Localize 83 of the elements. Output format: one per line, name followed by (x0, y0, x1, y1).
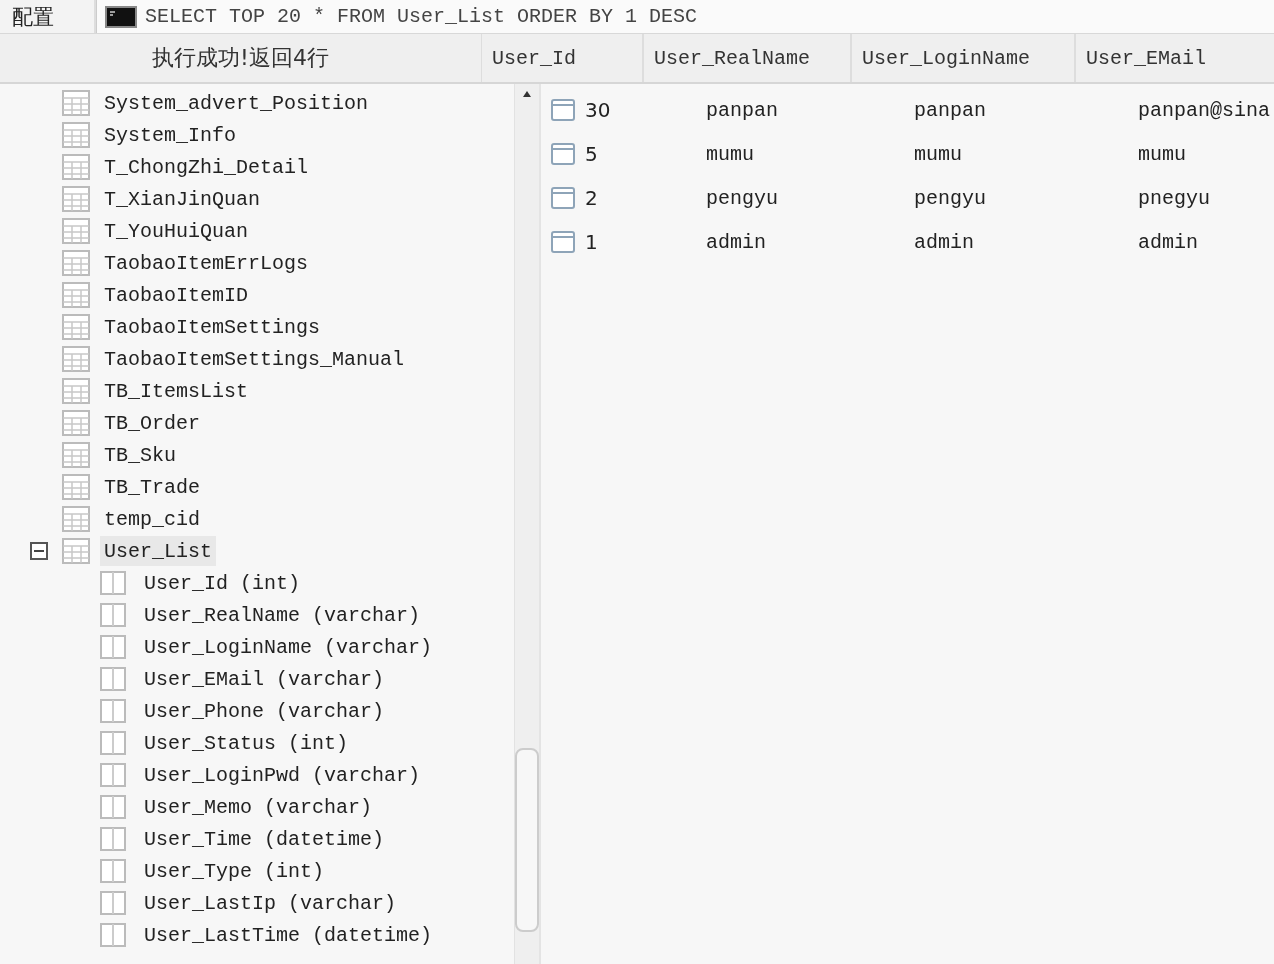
table-cell: pengyu (914, 186, 986, 210)
column-item[interactable]: User_Memo (varchar) (140, 792, 377, 822)
tree-item[interactable]: TaobaoItemSettings (100, 312, 325, 342)
column-header[interactable]: User_RealName (642, 34, 850, 82)
table-icon (62, 506, 90, 532)
column-item[interactable]: User_Id (int) (140, 568, 305, 598)
scrollbar-thumb[interactable] (515, 748, 539, 932)
column-icon (100, 603, 126, 627)
record-icon (551, 99, 575, 121)
status-message: 执行成功!返回4行 (0, 34, 482, 82)
table-cell: admin (1138, 230, 1198, 254)
column-item[interactable]: User_Phone (varchar) (140, 696, 389, 726)
record-icon (551, 187, 575, 209)
column-item[interactable]: User_Type (int) (140, 856, 329, 886)
table-icon (62, 218, 90, 244)
table-cell: panpan@sina (1138, 98, 1271, 122)
column-item[interactable]: User_Time (datetime) (140, 824, 389, 854)
tree-item[interactable]: TaobaoItemID (100, 280, 253, 310)
table-cell: pengyu (706, 186, 778, 210)
tree-item[interactable]: TB_Trade (100, 472, 204, 502)
tree-item[interactable]: TB_Sku (100, 440, 180, 470)
table-cell: mumu (914, 142, 962, 166)
column-item[interactable]: User_LastIp (varchar) (140, 888, 401, 918)
tree-item[interactable]: TaobaoItemSettings_Manual (100, 344, 409, 374)
table-icon (62, 122, 90, 148)
tree-item[interactable]: TaobaoItemErrLogs (100, 248, 313, 278)
record-icon (551, 231, 575, 253)
column-item[interactable]: User_RealName (varchar) (140, 600, 425, 630)
tree-item[interactable]: System_advert_Position (100, 88, 373, 118)
table-cell: 2 (585, 186, 598, 210)
collapse-toggle[interactable] (30, 542, 48, 560)
column-header[interactable]: User_LoginName (850, 34, 1074, 82)
table-cell: pnegyu (1138, 186, 1210, 210)
tree-item[interactable]: T_XianJinQuan (100, 184, 265, 214)
table-icon (62, 346, 90, 372)
table-cell: mumu (706, 142, 754, 166)
column-item[interactable]: User_LoginPwd (varchar) (140, 760, 425, 790)
table-icon (62, 90, 90, 116)
column-icon (100, 923, 126, 947)
column-icon (100, 763, 126, 787)
table-icon (62, 442, 90, 468)
table-cell: panpan (914, 98, 986, 122)
table-icon (62, 282, 90, 308)
table-icon (62, 314, 90, 340)
table-cell: admin (914, 230, 974, 254)
table-cell: panpan (706, 98, 778, 122)
tree-item[interactable]: T_ChongZhi_Detail (100, 152, 313, 182)
table-icon (62, 186, 90, 212)
column-header[interactable]: User_Id (482, 34, 642, 82)
table-cell: 1 (585, 230, 598, 254)
tree-item[interactable]: System_Info (100, 120, 241, 150)
console-icon (105, 5, 137, 28)
column-header[interactable]: User_EMail (1074, 34, 1274, 82)
tree-item[interactable]: temp_cid (100, 504, 204, 534)
table-icon (62, 538, 90, 564)
column-icon (100, 795, 126, 819)
table-cell: 30 (585, 98, 611, 122)
column-icon (100, 699, 126, 723)
column-item[interactable]: User_EMail (varchar) (140, 664, 389, 694)
column-icon (100, 827, 126, 851)
tree-item[interactable]: T_YouHuiQuan (100, 216, 253, 246)
table-icon (62, 250, 90, 276)
column-icon (100, 731, 126, 755)
column-icon (100, 667, 126, 691)
table-cell: mumu (1138, 142, 1186, 166)
tree-item[interactable]: TB_ItemsList (100, 376, 253, 406)
column-item[interactable]: User_Status (int) (140, 728, 353, 758)
table-icon (62, 410, 90, 436)
column-icon (100, 891, 126, 915)
column-item[interactable]: User_LoginName (varchar) (140, 632, 437, 662)
table-icon (62, 474, 90, 500)
column-icon (100, 635, 126, 659)
column-icon (100, 571, 126, 595)
record-icon (551, 143, 575, 165)
table-icon (62, 378, 90, 404)
table-cell: 5 (585, 142, 598, 166)
tree-item[interactable]: TB_Order (100, 408, 204, 438)
column-icon (100, 859, 126, 883)
column-item[interactable]: User_LastTime (datetime) (140, 920, 437, 950)
table-icon (62, 154, 90, 180)
table-cell: admin (706, 230, 766, 254)
tree-item[interactable]: User_List (100, 536, 217, 566)
scroll-up-icon[interactable] (522, 90, 532, 98)
